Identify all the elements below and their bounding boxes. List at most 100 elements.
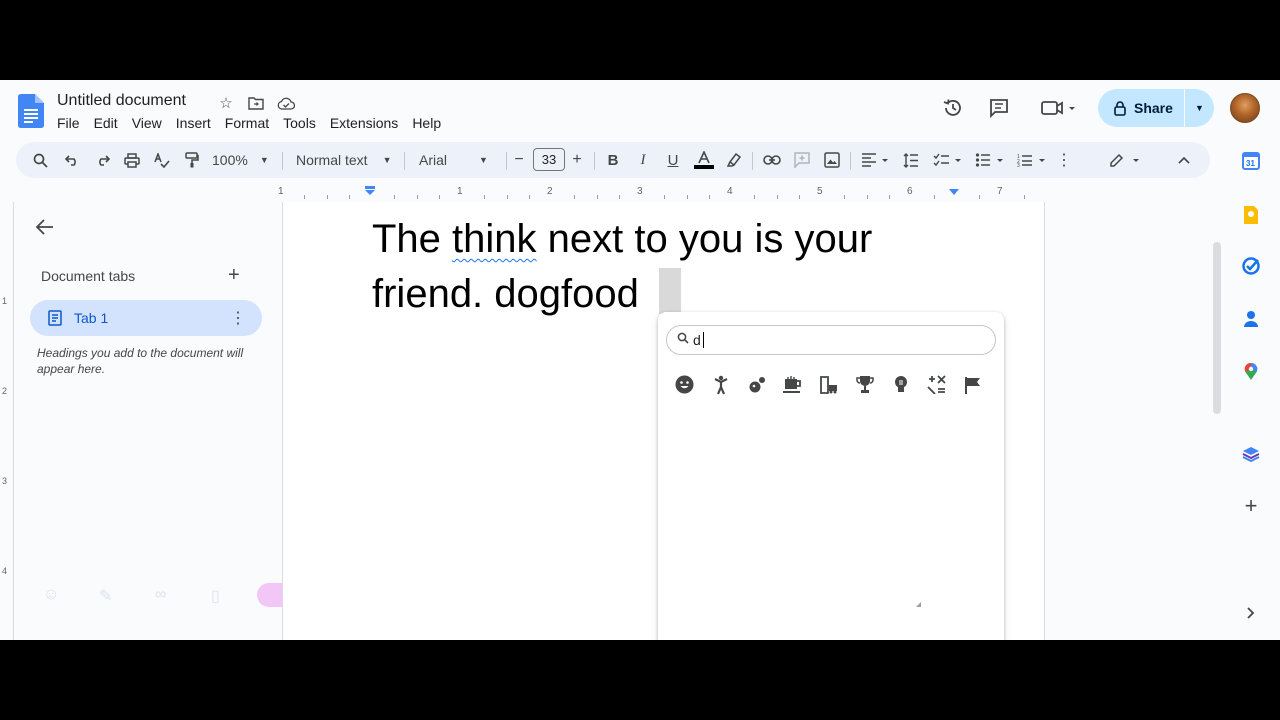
toolbar: 100% ▼ Normal text ▼ Arial ▼ − 33 + B I … xyxy=(16,142,1210,178)
ruler-mark: 1 xyxy=(2,296,8,306)
svg-text:3: 3 xyxy=(1017,163,1020,167)
vertical-ruler[interactable]: 1 2 3 4 xyxy=(0,202,14,640)
emoji-search-input[interactable]: d xyxy=(666,325,996,355)
star-icon[interactable]: ☆ xyxy=(216,94,236,112)
docs-logo-icon[interactable] xyxy=(18,94,44,128)
line-spacing-icon[interactable] xyxy=(901,142,921,178)
checklist-icon[interactable] xyxy=(931,142,965,178)
document-title[interactable]: Untitled document xyxy=(57,92,186,110)
menu-view[interactable]: View xyxy=(125,115,169,131)
share-button[interactable]: Share ▼ xyxy=(1098,89,1214,127)
tab-label: Tab 1 xyxy=(74,310,109,326)
emoji-category-bar xyxy=(674,374,983,395)
text-color-icon[interactable] xyxy=(693,142,715,178)
travel-places-category-icon[interactable] xyxy=(818,374,839,395)
right-indent-marker-icon[interactable] xyxy=(948,189,960,197)
spellcheck-icon[interactable] xyxy=(152,142,172,178)
redo-icon[interactable] xyxy=(92,142,112,178)
menu-edit[interactable]: Edit xyxy=(87,115,125,131)
undo-icon[interactable] xyxy=(62,142,82,178)
tasks-icon[interactable] xyxy=(1240,255,1262,277)
lock-icon xyxy=(1114,100,1126,116)
paint-format-icon[interactable] xyxy=(182,142,202,178)
document-body[interactable]: The think next to you is your friend. do… xyxy=(372,212,932,322)
font-select[interactable]: Arial ▼ xyxy=(419,142,493,178)
ruler-mark: 3 xyxy=(637,186,643,197)
activities-category-icon[interactable] xyxy=(854,374,875,395)
smileys-category-icon[interactable] xyxy=(674,374,695,395)
svg-text:31: 31 xyxy=(1246,159,1255,168)
bulleted-list-icon[interactable] xyxy=(973,142,1007,178)
add-comment-icon[interactable] xyxy=(792,142,812,178)
cloud-saved-icon[interactable] xyxy=(276,94,296,112)
document-tabs-heading: Document tabs xyxy=(41,268,136,284)
font-value: Arial xyxy=(419,152,448,168)
print-icon[interactable] xyxy=(122,142,142,178)
version-history-icon[interactable] xyxy=(941,96,965,120)
maps-icon[interactable] xyxy=(1240,360,1262,382)
expand-side-panel-icon[interactable] xyxy=(1240,602,1262,624)
comments-icon[interactable] xyxy=(987,96,1011,120)
symbols-category-icon[interactable] xyxy=(926,374,947,395)
menu-help[interactable]: Help xyxy=(405,115,448,131)
emoji-picker: d xyxy=(658,312,1004,640)
highlight-color-icon[interactable] xyxy=(724,142,744,178)
horizontal-ruler[interactable]: 1 1 2 3 4 5 6 7 xyxy=(278,186,1045,202)
flags-category-icon[interactable] xyxy=(962,374,983,395)
objects-category-icon[interactable] xyxy=(890,374,911,395)
italic-icon[interactable]: I xyxy=(633,142,653,178)
people-category-icon[interactable] xyxy=(710,374,731,395)
zoom-select[interactable]: 100% ▼ xyxy=(212,142,272,178)
misspelled-word[interactable]: think xyxy=(452,217,537,261)
ruler-mark: 6 xyxy=(907,186,913,197)
menu-extensions[interactable]: Extensions xyxy=(323,115,405,131)
add-tab-icon[interactable]: + xyxy=(228,264,240,287)
caret-down-icon: ▼ xyxy=(479,155,488,165)
bold-icon[interactable]: B xyxy=(603,142,623,178)
search-menus-icon[interactable] xyxy=(30,142,50,178)
more-options-icon[interactable]: ⋮ xyxy=(1056,142,1072,178)
increase-font-size-button[interactable]: + xyxy=(569,142,585,178)
keep-icon[interactable] xyxy=(1240,204,1262,226)
ruler-mark: 4 xyxy=(727,186,733,197)
indent-marker-icon[interactable] xyxy=(364,186,376,198)
food-drink-category-icon[interactable] xyxy=(782,374,803,395)
ruler-mark: 2 xyxy=(2,386,8,396)
emoji-insert-placeholder xyxy=(659,268,681,314)
faded-emoji-icon: ☺ xyxy=(43,586,60,603)
menu-file[interactable]: File xyxy=(50,115,87,131)
menu-format[interactable]: Format xyxy=(218,115,276,131)
ruler-mark: 5 xyxy=(817,186,823,197)
ruler-mark: 1 xyxy=(457,186,463,197)
insert-image-icon[interactable] xyxy=(822,142,842,178)
calendar-icon[interactable]: 31 xyxy=(1240,150,1262,172)
menu-insert[interactable]: Insert xyxy=(169,115,218,131)
get-addons-icon[interactable]: + xyxy=(1240,493,1262,518)
faded-link-icon: ∞ xyxy=(155,586,167,603)
caret-down-icon: ▼ xyxy=(382,155,392,165)
move-folder-icon[interactable] xyxy=(246,94,266,112)
hide-menus-icon[interactable] xyxy=(1174,142,1194,178)
animals-nature-category-icon[interactable] xyxy=(746,374,767,395)
meet-call-icon[interactable] xyxy=(1040,96,1080,120)
align-icon[interactable] xyxy=(859,142,893,178)
decrease-font-size-button[interactable]: − xyxy=(511,142,527,178)
contacts-icon[interactable] xyxy=(1240,308,1262,330)
share-dropdown-icon[interactable]: ▼ xyxy=(1185,103,1214,113)
layers-addon-icon[interactable] xyxy=(1240,443,1262,465)
back-arrow-icon[interactable] xyxy=(35,218,54,241)
sidebar-item-tab-1[interactable]: Tab 1 ⋮ xyxy=(30,300,262,336)
insert-link-icon[interactable] xyxy=(762,142,782,178)
caret-down-icon: ▼ xyxy=(259,155,269,165)
numbered-list-icon[interactable]: 123 xyxy=(1015,142,1049,178)
menu-tools[interactable]: Tools xyxy=(276,115,323,131)
font-size-input[interactable]: 33 xyxy=(533,148,565,171)
document-icon xyxy=(48,310,62,326)
ruler-mark: 2 xyxy=(547,186,553,197)
avatar[interactable] xyxy=(1230,93,1260,123)
tab-more-options-icon[interactable]: ⋮ xyxy=(230,308,246,328)
underline-icon[interactable]: U xyxy=(663,142,683,178)
document-scrollbar[interactable] xyxy=(1213,242,1221,414)
paragraph-style-select[interactable]: Normal text ▼ xyxy=(296,142,394,178)
editing-mode-icon[interactable] xyxy=(1106,142,1146,178)
